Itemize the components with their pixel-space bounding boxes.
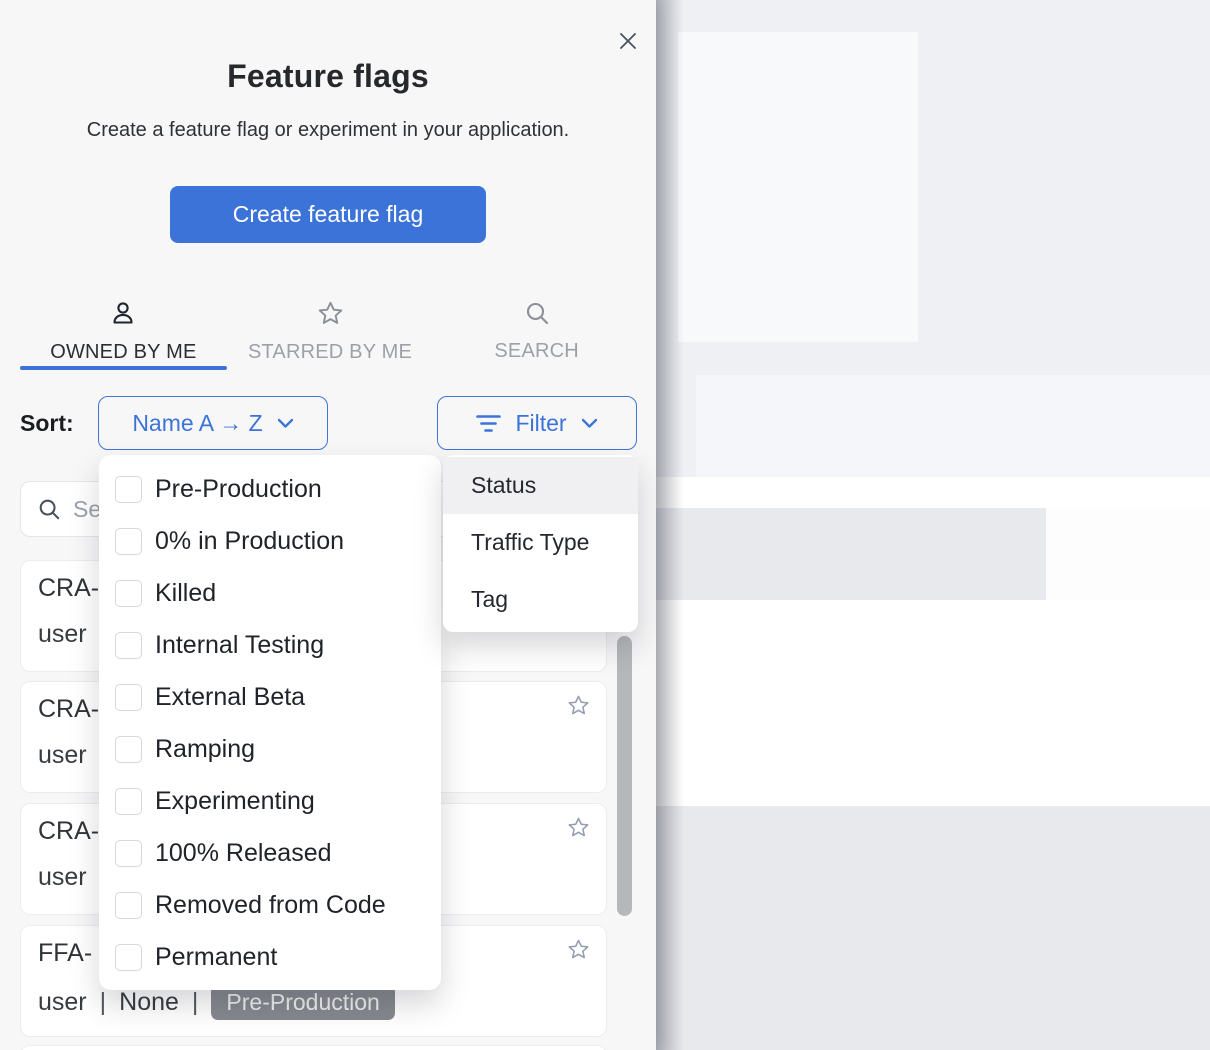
status-option-internal-testing[interactable]: Internal Testing <box>99 619 441 671</box>
search-icon <box>524 300 550 331</box>
background-block <box>656 477 1210 508</box>
scrollbar[interactable] <box>617 636 632 916</box>
filter-menu-item-tag[interactable]: Tag <box>443 571 638 628</box>
filter-menu-item-traffic-type[interactable]: Traffic Type <box>443 514 638 571</box>
flag-name: FFA- <box>38 939 92 968</box>
checkbox[interactable] <box>115 788 142 815</box>
flag-meta: user | None | Pre-Production <box>38 985 395 1020</box>
filter-label: Filter <box>515 410 566 437</box>
separator: | <box>192 988 199 1017</box>
checkbox[interactable] <box>115 580 142 607</box>
filter-dropdown[interactable]: Filter <box>437 396 637 450</box>
checkbox[interactable] <box>115 892 142 919</box>
tab-search[interactable]: SEARCH <box>433 296 640 370</box>
flag-meta: user <box>38 863 87 892</box>
tab-label: SEARCH <box>494 340 579 363</box>
tabs: OWNED BY ME STARRED BY ME SEARCH <box>20 296 640 370</box>
checkbox[interactable] <box>115 840 142 867</box>
checkbox[interactable] <box>115 528 142 555</box>
star-icon[interactable] <box>567 816 590 839</box>
status-filter-dropdown: Pre-Production 0% in Production Killed I… <box>99 455 441 990</box>
status-option-removed-from-code[interactable]: Removed from Code <box>99 879 441 931</box>
background-block <box>696 375 1210 477</box>
star-icon[interactable] <box>567 938 590 961</box>
status-option-100-released[interactable]: 100% Released <box>99 827 441 879</box>
flag-card[interactable] <box>20 1045 607 1050</box>
status-option-external-beta[interactable]: External Beta <box>99 671 441 723</box>
background-block <box>1046 508 1210 600</box>
chevron-down-icon <box>581 418 598 429</box>
status-option-0-in-production[interactable]: 0% in Production <box>99 515 441 567</box>
filter-icon <box>476 414 501 433</box>
tab-label: OWNED BY ME <box>50 341 196 364</box>
status-option-killed[interactable]: Killed <box>99 567 441 619</box>
background-block <box>678 32 918 342</box>
panel-drop-shadow <box>656 0 684 1050</box>
flag-traffic-type: user <box>38 988 87 1017</box>
checkbox[interactable] <box>115 736 142 763</box>
checkbox[interactable] <box>115 476 142 503</box>
status-badge: Pre-Production <box>211 985 394 1020</box>
sort-value: Name A → Z <box>132 410 262 437</box>
flag-rollout: None <box>119 988 179 1017</box>
chevron-down-icon <box>277 418 294 429</box>
create-feature-flag-button[interactable]: Create feature flag <box>170 186 486 243</box>
background-block <box>656 600 1210 806</box>
star-icon[interactable] <box>567 694 590 717</box>
feature-flags-panel: Feature flags Create a feature flag or e… <box>0 0 656 1050</box>
background-block <box>656 806 1210 1050</box>
status-option-experimenting[interactable]: Experimenting <box>99 775 441 827</box>
checkbox[interactable] <box>115 632 142 659</box>
tab-owned-by-me[interactable]: OWNED BY ME <box>20 296 227 370</box>
panel-subtitle: Create a feature flag or experiment in y… <box>0 119 656 142</box>
filter-menu-item-status[interactable]: Status <box>443 457 638 514</box>
background-block <box>656 508 1046 600</box>
separator: | <box>100 988 107 1017</box>
flag-name: CRA- <box>38 574 99 603</box>
flag-name: CRA- <box>38 695 99 724</box>
checkbox[interactable] <box>115 684 142 711</box>
flag-meta: user <box>38 620 87 649</box>
sort-label: Sort: <box>20 410 74 437</box>
tab-starred-by-me[interactable]: STARRED BY ME <box>227 296 434 370</box>
close-button[interactable] <box>616 30 640 54</box>
search-icon <box>37 497 61 521</box>
person-icon <box>110 300 136 332</box>
active-tab-underline <box>20 366 227 370</box>
flag-meta: user <box>38 741 87 770</box>
filter-type-menu: Status Traffic Type Tag <box>443 455 638 632</box>
app-background <box>656 0 1210 1050</box>
star-icon <box>317 300 344 332</box>
status-option-permanent[interactable]: Permanent <box>99 931 441 983</box>
status-option-ramping[interactable]: Ramping <box>99 723 441 775</box>
close-icon <box>618 31 638 51</box>
flag-name: CRA- <box>38 817 99 846</box>
checkbox[interactable] <box>115 944 142 971</box>
status-option-pre-production[interactable]: Pre-Production <box>99 463 441 515</box>
page-title: Feature flags <box>0 58 656 95</box>
tab-label: STARRED BY ME <box>248 341 412 364</box>
sort-dropdown[interactable]: Name A → Z <box>98 396 328 450</box>
